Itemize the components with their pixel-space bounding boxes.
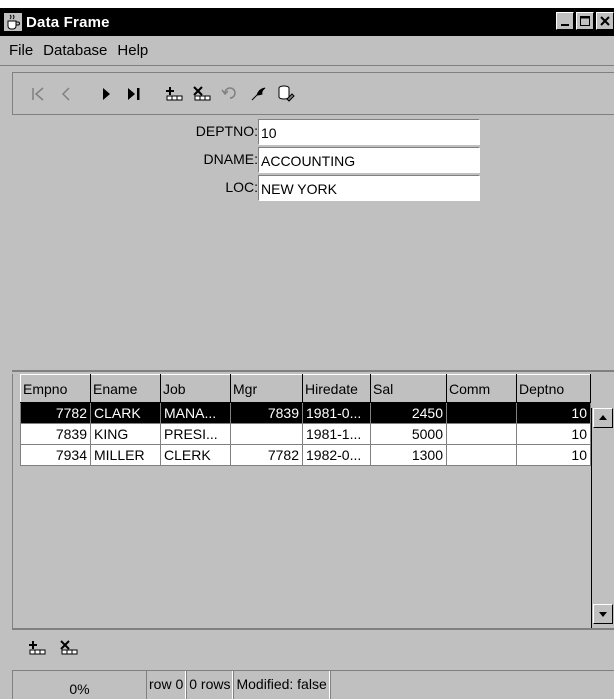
- insert-row-icon: [166, 86, 183, 100]
- loc-row: LOC: NEW YORK: [12, 175, 614, 201]
- maximize-button[interactable]: [576, 12, 594, 30]
- dname-row: DNAME: ACCOUNTING: [12, 147, 614, 173]
- cell-job[interactable]: CLERK: [160, 444, 231, 466]
- grid-left-border: [12, 374, 20, 628]
- minimize-icon: [561, 24, 569, 26]
- window-title: Data Frame: [26, 13, 110, 31]
- menu-bar: File Database Help: [0, 36, 614, 66]
- cell-hiredate[interactable]: 1982-0...: [302, 444, 371, 466]
- cell-mgr[interactable]: 7839: [230, 402, 303, 424]
- cell-mgr[interactable]: [230, 423, 303, 445]
- cell-ename[interactable]: CLARK: [90, 402, 161, 424]
- undo-icon: [221, 86, 236, 99]
- delete-row-icon: [60, 640, 78, 655]
- cell-hiredate[interactable]: 1981-0...: [302, 402, 371, 424]
- cell-deptno[interactable]: 10: [516, 444, 591, 466]
- cell-sal[interactable]: 5000: [370, 423, 447, 445]
- cell-comm[interactable]: [446, 423, 517, 445]
- column-header-job[interactable]: Job: [160, 374, 231, 403]
- loc-label: LOC:: [225, 179, 258, 195]
- last-record-icon: [128, 87, 140, 100]
- maximize-icon: [580, 16, 590, 26]
- close-icon: [600, 16, 610, 26]
- title-bar[interactable]: Data Frame: [0, 8, 614, 36]
- data-frame-window: Data Frame File Database Help DEPTNO: 10…: [0, 8, 614, 699]
- cell-empno[interactable]: 7839: [20, 423, 91, 445]
- status-row: row 0: [146, 671, 187, 699]
- cell-comm[interactable]: [446, 402, 517, 424]
- arrow-up-icon: [599, 415, 607, 420]
- loc-field[interactable]: NEW YORK: [258, 175, 480, 201]
- vertical-scrollbar[interactable]: [591, 408, 613, 628]
- column-header-hiredate[interactable]: Hiredate: [302, 374, 371, 403]
- minimize-button[interactable]: [556, 12, 574, 30]
- last-record-button[interactable]: [123, 83, 145, 105]
- column-header-comm[interactable]: Comm: [446, 374, 517, 403]
- previous-record-icon: [61, 86, 70, 101]
- record-form: DEPTNO: 10 DNAME: ACCOUNTING LOC: NEW YO…: [12, 114, 614, 372]
- next-record-button[interactable]: [95, 83, 117, 105]
- close-button[interactable]: [596, 12, 614, 30]
- status-filler: [329, 671, 614, 699]
- column-header-ename[interactable]: Ename: [90, 374, 161, 403]
- save-database-icon: [278, 85, 295, 102]
- cell-deptno[interactable]: 10: [516, 402, 591, 424]
- cell-deptno[interactable]: 10: [516, 423, 591, 445]
- scroll-up-button[interactable]: [593, 408, 613, 428]
- dname-label: DNAME:: [203, 151, 258, 167]
- cell-hiredate[interactable]: 1981-1...: [302, 423, 371, 445]
- cell-sal[interactable]: 2450: [370, 402, 447, 424]
- menu-help[interactable]: Help: [112, 42, 153, 59]
- scroll-down-button[interactable]: [593, 604, 613, 624]
- employee-table: Empno Ename Job Mgr Hiredate Sal Comm De…: [20, 374, 591, 466]
- cell-job[interactable]: MANA...: [160, 402, 231, 424]
- cell-empno[interactable]: 7934: [20, 444, 91, 466]
- status-bar: 0% row 0 0 rows Modified: false: [12, 670, 614, 699]
- menu-database[interactable]: Database: [38, 42, 112, 59]
- first-record-icon: [32, 86, 44, 101]
- cell-empno[interactable]: 7782: [20, 402, 91, 424]
- insert-row-button[interactable]: [163, 83, 185, 105]
- data-grid: Empno Ename Job Mgr Hiredate Sal Comm De…: [20, 374, 614, 628]
- status-modified: Modified: false: [233, 671, 330, 699]
- progress-indicator: 0%: [12, 671, 146, 699]
- column-header-mgr[interactable]: Mgr: [230, 374, 303, 403]
- cell-ename[interactable]: MILLER: [90, 444, 161, 466]
- undo-button[interactable]: [219, 83, 241, 105]
- cell-job[interactable]: PRESI...: [160, 423, 231, 445]
- dname-field[interactable]: ACCOUNTING: [258, 147, 480, 173]
- column-header-deptno[interactable]: Deptno: [516, 374, 591, 403]
- next-record-icon: [103, 87, 110, 100]
- column-header-sal[interactable]: Sal: [370, 374, 447, 403]
- grid-insert-row-button[interactable]: [26, 637, 48, 659]
- table-header-row: Empno Ename Job Mgr Hiredate Sal Comm De…: [20, 374, 591, 403]
- status-rows: 0 rows: [186, 671, 234, 699]
- deptno-field[interactable]: 10: [258, 119, 480, 145]
- cell-sal[interactable]: 1300: [370, 444, 447, 466]
- table-row[interactable]: 7839 KING PRESI... 1981-1... 5000 10: [20, 423, 591, 445]
- navigation-toolbar: [12, 72, 614, 114]
- arrow-down-icon: [599, 612, 607, 617]
- insert-row-icon: [29, 641, 46, 655]
- delete-row-icon: [193, 85, 211, 100]
- previous-record-button[interactable]: [55, 83, 77, 105]
- revert-icon: [251, 87, 266, 100]
- deptno-row: DEPTNO: 10: [12, 119, 614, 145]
- grid-delete-row-button[interactable]: [58, 637, 80, 659]
- table-row[interactable]: 7782 CLARK MANA... 7839 1981-0... 2450 1…: [20, 402, 591, 424]
- revert-button[interactable]: [247, 83, 269, 105]
- deptno-label: DEPTNO:: [195, 123, 258, 139]
- delete-row-button[interactable]: [191, 83, 213, 105]
- table-row[interactable]: 7934 MILLER CLERK 7782 1982-0... 1300 10: [20, 444, 591, 466]
- cell-comm[interactable]: [446, 444, 517, 466]
- grid-toolbar: [12, 628, 614, 666]
- save-database-button[interactable]: [275, 83, 297, 105]
- column-header-empno[interactable]: Empno: [20, 374, 91, 403]
- menu-file[interactable]: File: [4, 42, 38, 59]
- cell-mgr[interactable]: 7782: [230, 444, 303, 466]
- cell-ename[interactable]: KING: [90, 423, 161, 445]
- first-record-button[interactable]: [27, 83, 49, 105]
- java-cup-icon: [4, 13, 22, 31]
